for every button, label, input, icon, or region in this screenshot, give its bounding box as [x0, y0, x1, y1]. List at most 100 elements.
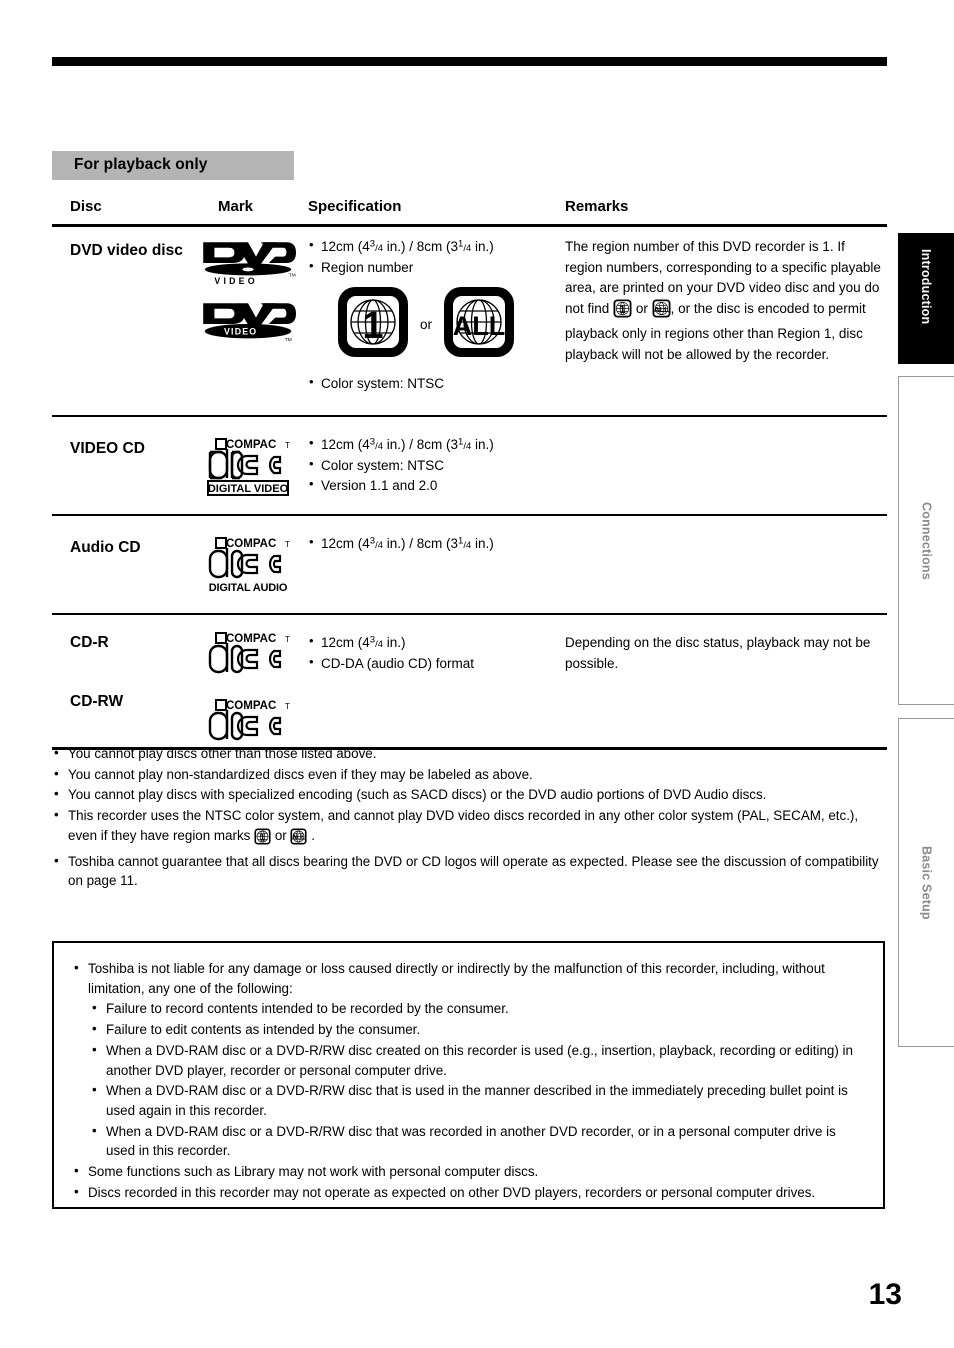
sidebar-tab-introduction[interactable]: Introduction	[898, 233, 954, 364]
svg-text:TM: TM	[289, 273, 296, 279]
compact-disc-digital-audio-logo-icon: COMPAC T DIGITAL AUDIO	[200, 534, 308, 594]
svg-text:COMPAC: COMPAC	[226, 633, 276, 645]
svg-text:COMPAC: COMPAC	[226, 700, 276, 712]
svg-text:1: 1	[362, 305, 383, 347]
section-banner-label: For playback only	[74, 156, 208, 173]
cell-mark-logos: COMPAC T DIGITAL VIDEO	[200, 435, 308, 497]
disclaimer-item: Some functions such as Library may not w…	[70, 1161, 865, 1182]
svg-text:1: 1	[620, 303, 626, 315]
note-item: You cannot play discs with specialized e…	[52, 784, 887, 805]
region-all-icon-inline: ALL	[652, 299, 671, 325]
region-all-icon: ALL	[442, 285, 516, 364]
svg-text:VIDEO: VIDEO	[224, 327, 257, 337]
note-item: Toshiba cannot guarantee that all discs …	[52, 851, 887, 891]
region-1-icon-inline: 1	[613, 299, 632, 325]
cell-specification: 12cm (43/4 in.) / 8cm (31/4 in.)	[308, 533, 588, 555]
cell-specification: 12cm (43/4 in.) CD-DA (audio CD) format	[308, 632, 558, 674]
dvd-video-logo-icon: VIDEO TM	[200, 239, 308, 296]
spec-size-mid: in.) / 8cm (3	[383, 437, 459, 452]
cell-specification: 12cm (43/4 in.) / 8cm (31/4 in.) Region …	[308, 236, 608, 395]
table-row: DVD video disc VIDEO TM VIDEO TM • 12cm …	[52, 227, 887, 415]
disc-name-text: Audio CD	[70, 539, 141, 556]
sidebar-tab-label: Basic Setup	[919, 845, 934, 920]
region-all-icon-inline: ALL	[290, 828, 308, 851]
region-1-icon: 1	[336, 285, 410, 364]
svg-text:DIGITAL AUDIO: DIGITAL AUDIO	[209, 582, 288, 594]
cell-mark-logos: VIDEO TM VIDEO TM	[200, 239, 308, 347]
spec-bullet: 12cm (43/4 in.) / 8cm (31/4 in.)	[308, 236, 608, 257]
svg-text:ALL: ALL	[654, 304, 669, 313]
disc-compatibility-table: Disc Mark Specification Remarks DVD vide…	[52, 198, 887, 750]
cell-remarks: Depending on the disc status, playback m…	[565, 633, 885, 674]
disc-name-text: VIDEO CD	[70, 440, 145, 457]
note-item: You cannot play non-standardized discs e…	[52, 764, 887, 785]
cell-disc-name: DVD video disc	[70, 241, 210, 260]
sidebar-tab-label: Connections	[919, 501, 934, 580]
svg-text:1: 1	[260, 832, 266, 843]
svg-text:COMPAC: COMPAC	[226, 538, 276, 550]
spec-bullet: CD-DA (audio CD) format	[308, 653, 558, 674]
remarks-or-label: or	[635, 300, 648, 316]
note-text: This recorder uses the NTSC color system…	[68, 808, 859, 843]
cell-disc-name: Audio CD	[70, 538, 210, 557]
svg-text:TM: TM	[285, 337, 292, 342]
column-header-disc: Disc	[70, 198, 102, 215]
disclaimer-item: When a DVD-RAM disc or a DVD-R/RW disc t…	[70, 1080, 865, 1120]
disclaimer-item: When a DVD-RAM disc or a DVD-R/RW disc c…	[70, 1040, 865, 1080]
svg-text:T: T	[285, 702, 290, 711]
note-item: This recorder uses the NTSC color system…	[52, 805, 887, 851]
spec-bullet: Color system: NTSC	[308, 373, 608, 394]
remarks-text-part2: , or the disc is encoded to permit playb…	[565, 300, 866, 362]
remarks-text: Depending on the disc status, playback m…	[565, 635, 871, 671]
svg-text:T: T	[285, 540, 290, 549]
spec-size-suffix: in.)	[471, 536, 494, 551]
disc-name-text: CD-R	[70, 634, 109, 651]
column-header-specification: Specification	[308, 198, 402, 215]
compact-disc-logo-icon: COMPAC T	[200, 696, 308, 744]
spec-size-suffix: in.)	[471, 239, 494, 254]
cell-mark-logos: COMPAC T COMPAC T	[200, 629, 308, 744]
page-number: 13	[868, 1278, 902, 1311]
spec-bullet: 12cm (43/4 in.)	[308, 632, 558, 653]
disclaimer-item: Discs recorded in this recorder may not …	[70, 1182, 865, 1203]
disclaimer-item: Failure to record contents intended to b…	[70, 998, 865, 1019]
svg-text:DIGITAL VIDEO: DIGITAL VIDEO	[208, 483, 289, 495]
svg-text:VIDEO: VIDEO	[214, 276, 257, 286]
spec-bullet: Color system: NTSC	[308, 455, 588, 476]
spec-size-prefix: 12cm (4	[321, 437, 370, 452]
svg-text:ALL: ALL	[453, 311, 505, 341]
spec-size-mid: in.) / 8cm (3	[383, 536, 459, 551]
spec-size-suffix: in.)	[383, 635, 406, 650]
disclaimer-item: Toshiba is not liable for any damage or …	[70, 958, 865, 998]
spec-bullet: Version 1.1 and 2.0	[308, 475, 588, 496]
column-header-mark: Mark	[218, 198, 254, 215]
sidebar-tab-basic-setup[interactable]: Basic Setup	[898, 718, 954, 1047]
column-header-remarks: Remarks	[565, 198, 629, 215]
spec-bullet: 12cm (43/4 in.) / 8cm (31/4 in.)	[308, 533, 588, 554]
spec-size-mid: in.) / 8cm (3	[383, 239, 459, 254]
cell-disc-name: VIDEO CD	[70, 439, 210, 458]
table-header-row: Disc Mark Specification Remarks	[52, 198, 887, 224]
disclaimer-box: Toshiba is not liable for any damage or …	[52, 941, 885, 1209]
table-row: Audio CD COMPAC T DIGITAL AUDIO • 12cm (…	[52, 516, 887, 613]
disc-name-text-secondary: CD-RW	[70, 693, 124, 711]
region-or-label: or	[420, 317, 433, 333]
spec-bullet: 12cm (43/4 in.) / 8cm (31/4 in.)	[308, 434, 588, 455]
disclaimer-item: Failure to edit contents as intended by …	[70, 1019, 865, 1040]
sidebar-tab-connections[interactable]: Connections	[898, 376, 954, 705]
note-period: .	[311, 827, 315, 843]
notes-list: You cannot play discs other than those l…	[52, 743, 887, 892]
disc-name-text: DVD video disc	[70, 242, 183, 259]
svg-text:ALL: ALL	[292, 834, 305, 841]
cell-remarks: The region number of this DVD recorder i…	[565, 237, 885, 365]
cell-mark-logos: COMPAC T DIGITAL AUDIO	[200, 534, 308, 594]
note-or-label: or	[274, 827, 287, 843]
svg-text:T: T	[285, 635, 290, 644]
table-row: VIDEO CD COMPAC T DIGITAL VIDEO • 12cm (…	[52, 417, 887, 514]
section-banner: For playback only	[52, 151, 294, 180]
cell-specification: 12cm (43/4 in.) / 8cm (31/4 in.) Color s…	[308, 434, 588, 497]
spec-size-suffix: in.)	[471, 437, 494, 452]
page-top-rule	[52, 57, 887, 66]
dvd-video-logo-alt-icon: VIDEO TM	[200, 300, 308, 347]
table-row: CD-R CD-RW COMPAC T COMPAC T • 12cm (43/…	[52, 615, 887, 747]
